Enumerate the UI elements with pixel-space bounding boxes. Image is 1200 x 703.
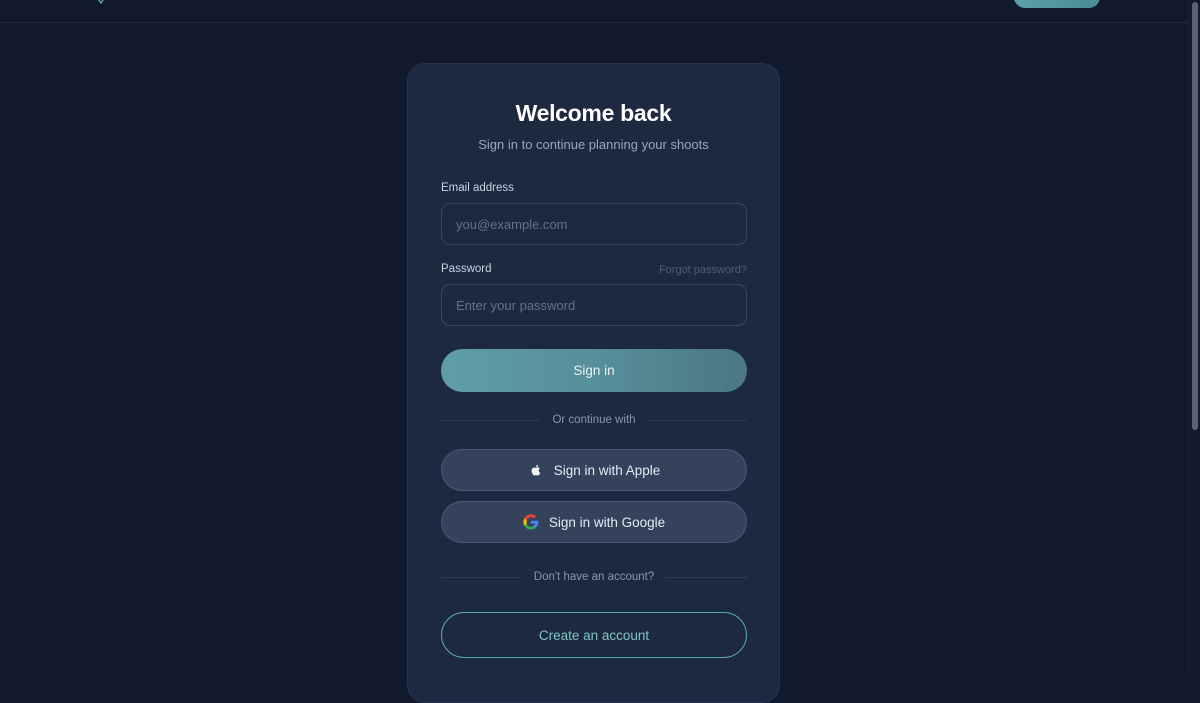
create-account-button[interactable]: Create an account <box>441 612 747 658</box>
sign-in-button[interactable]: Sign in <box>441 349 747 392</box>
top-nav-bar <box>0 0 1188 23</box>
social-divider: Or continue with <box>441 412 748 428</box>
email-input[interactable] <box>441 203 747 245</box>
page-subtitle: Sign in to continue planning your shoots <box>478 137 709 152</box>
apple-button-label: Sign in with Apple <box>553 462 661 478</box>
sign-in-card: Welcome back Sign in to continue plannin… <box>407 63 780 703</box>
sign-in-google-button[interactable]: Sign in with Google <box>441 501 747 543</box>
page-title: Welcome back <box>515 100 672 126</box>
divider-line <box>666 576 748 578</box>
signup-divider-text: Don't have an account? <box>533 571 655 583</box>
apple-icon <box>528 462 544 478</box>
divider-line <box>441 576 522 578</box>
divider-line <box>647 419 748 421</box>
google-button-label: Sign in with Google <box>548 514 666 530</box>
sign-in-apple-button[interactable]: Sign in with Apple <box>441 449 747 491</box>
top-nav-button[interactable] <box>1014 0 1100 8</box>
page-scrollbar[interactable] <box>1188 0 1200 675</box>
email-label: Email address <box>441 182 514 194</box>
google-icon <box>523 514 539 530</box>
social-divider-text: Or continue with <box>552 414 636 426</box>
password-input[interactable] <box>441 284 747 326</box>
signup-divider: Don't have an account? <box>441 569 748 585</box>
divider-line <box>441 419 541 421</box>
password-label: Password <box>441 263 492 275</box>
forgot-password-link[interactable]: Forgot password? <box>659 264 747 276</box>
logo-icon <box>98 0 104 4</box>
scrollbar-thumb[interactable] <box>1192 2 1198 430</box>
